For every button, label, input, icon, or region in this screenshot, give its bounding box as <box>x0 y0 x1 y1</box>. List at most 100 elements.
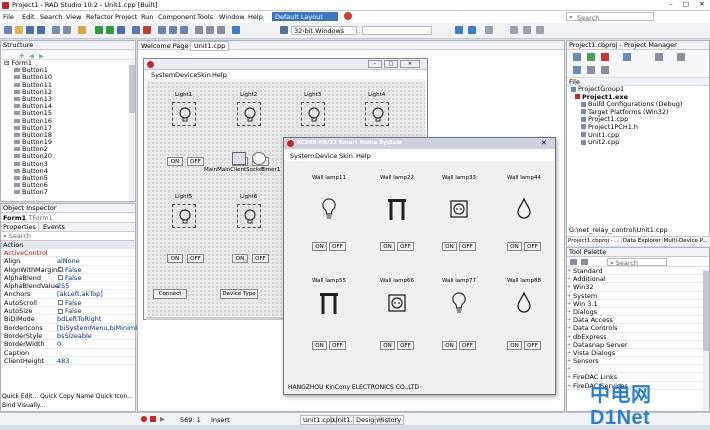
pm-add-icon[interactable] <box>587 53 595 61</box>
menu-run[interactable]: Run <box>141 13 153 21</box>
property-value[interactable]: False <box>65 307 81 315</box>
save-icon[interactable] <box>26 26 34 34</box>
drop-icon[interactable] <box>514 196 534 222</box>
checkbox-icon[interactable] <box>58 308 63 314</box>
structure-left-icon[interactable]: ◀ <box>29 52 34 60</box>
lamp-off-button[interactable]: OFF <box>397 341 414 350</box>
run-to-icon[interactable] <box>180 26 188 34</box>
pm-tab-project[interactable]: Project1.cbproj - ... <box>567 238 622 244</box>
config-select[interactable] <box>362 26 432 35</box>
designer-menu-help[interactable]: Help <box>212 71 227 79</box>
pm-sync-icon[interactable] <box>573 66 581 74</box>
save-all-icon[interactable] <box>37 26 45 34</box>
inspector-object-select[interactable]: Form1 TForm1 <box>1 213 135 223</box>
designer-off-button[interactable]: OFF <box>187 254 204 263</box>
palette-category[interactable]: dbExpress <box>567 333 709 341</box>
designer-on-button[interactable]: ON <box>167 254 183 263</box>
palette-category[interactable]: System <box>567 292 709 300</box>
palette-menu-icon[interactable] <box>570 259 577 265</box>
app-close-icon[interactable]: ✕ <box>541 139 547 147</box>
timer-component[interactable] <box>252 152 266 165</box>
devices-icon[interactable] <box>280 26 288 34</box>
pm-activate-icon[interactable] <box>623 53 631 61</box>
tab-events[interactable]: Events <box>41 223 67 231</box>
drop-icon[interactable] <box>514 290 534 316</box>
layout-select[interactable]: Default Layout <box>272 12 338 21</box>
structure-up-icon[interactable]: ✚ <box>19 52 24 60</box>
pm-refresh-icon[interactable] <box>573 53 581 61</box>
lamp-off-button[interactable]: OFF <box>397 242 414 251</box>
trace-into-icon[interactable] <box>169 26 177 34</box>
designer-menu-device[interactable]: Device <box>175 71 197 79</box>
build-icon[interactable] <box>195 26 203 34</box>
lamp-off-button[interactable]: OFF <box>329 242 346 251</box>
lamp-on-button[interactable]: ON <box>442 341 457 350</box>
bulb-icon[interactable] <box>237 102 261 126</box>
palette-category[interactable]: Dialogs <box>567 308 709 316</box>
property-row[interactable]: AutoSize False <box>1 307 135 316</box>
designer-on-button[interactable]: ON <box>232 254 248 263</box>
socket-icon[interactable] <box>449 196 469 222</box>
property-row[interactable]: AlphaBlendValue 255 <box>1 282 135 291</box>
designer-off-button[interactable]: OFF <box>252 254 269 263</box>
designer-off-button[interactable]: OFF <box>187 157 204 166</box>
connect-button[interactable]: Connect <box>153 289 187 299</box>
socket-icon[interactable] <box>387 290 407 316</box>
pm-view-icon[interactable] <box>677 53 685 61</box>
palette-category[interactable] <box>567 365 709 374</box>
app-menu-help[interactable]: Help <box>356 152 371 160</box>
pm-remove-icon[interactable] <box>601 53 609 61</box>
bulb-icon[interactable] <box>449 290 469 316</box>
status-tab-history[interactable]: History <box>375 415 405 425</box>
client-socket-component[interactable] <box>232 152 246 165</box>
designer-close-icon[interactable]: ✕ <box>400 60 420 68</box>
tab-properties[interactable]: Properties <box>1 223 39 231</box>
play-macro-icon[interactable]: ▶ <box>160 415 165 423</box>
maximize-icon[interactable]: □ <box>679 0 693 10</box>
compile-icon[interactable] <box>206 26 214 34</box>
pm-tab-data-explorer[interactable]: Data Explorer <box>621 238 663 244</box>
add-file-icon[interactable] <box>52 26 60 34</box>
palette-category[interactable]: Vista Dialogs <box>567 349 709 357</box>
structure-right-icon[interactable]: ▶ <box>39 52 44 60</box>
back-icon[interactable] <box>455 26 463 34</box>
designer-maximize-icon[interactable]: □ <box>384 60 398 68</box>
align-icon[interactable] <box>485 26 493 34</box>
palette-category[interactable]: Additional <box>567 275 709 284</box>
open-project-icon[interactable] <box>78 26 86 34</box>
palette-category[interactable]: Win32 <box>567 283 709 292</box>
lamp-on-button[interactable]: ON <box>312 341 327 350</box>
property-row[interactable]: Caption <box>1 349 135 357</box>
property-row[interactable]: AlphaBlend False <box>1 274 135 283</box>
property-value[interactable]: False <box>65 274 81 282</box>
lamp-on-button[interactable]: ON <box>380 341 395 350</box>
platform-select[interactable]: 32-bit Windows <box>291 26 357 35</box>
menu-view[interactable]: View <box>66 13 81 21</box>
new-icon[interactable] <box>4 26 12 34</box>
property-value[interactable]: 483 <box>57 357 69 365</box>
options-icon[interactable] <box>217 26 225 34</box>
menu-search[interactable]: Search <box>40 13 62 21</box>
property-row[interactable]: AutoScroll False <box>1 299 135 308</box>
send-back-icon[interactable] <box>536 26 544 34</box>
save-project-icon[interactable] <box>117 26 125 34</box>
designer-menu-system[interactable]: System <box>151 71 175 79</box>
palette-category[interactable]: Standard <box>567 267 709 275</box>
structure-scrollbar[interactable] <box>129 61 135 201</box>
menu-help[interactable]: Help <box>248 13 263 21</box>
property-row[interactable]: Align alNone <box>1 257 135 266</box>
property-value[interactable]: False <box>65 266 81 274</box>
palette-category[interactable]: Data Controls <box>567 324 709 333</box>
pm-settings-icon[interactable] <box>655 53 663 61</box>
menu-component[interactable]: Component <box>158 13 196 21</box>
pm-collapse-icon[interactable] <box>601 66 609 74</box>
palette-category[interactable]: Datasnap Server <box>567 341 709 349</box>
palette-filter-icon[interactable] <box>581 259 588 265</box>
property-row[interactable]: AlignWithMargins False <box>1 266 135 274</box>
designer-on-button[interactable]: ON <box>167 157 183 166</box>
property-row[interactable]: ActiveControl <box>1 249 135 258</box>
property-value[interactable]: 255 <box>57 282 69 290</box>
palette-category[interactable]: Data Access <box>567 316 709 325</box>
lamp-off-button[interactable]: OFF <box>459 242 476 251</box>
property-value[interactable]: [akLeft,akTop] <box>57 290 103 298</box>
